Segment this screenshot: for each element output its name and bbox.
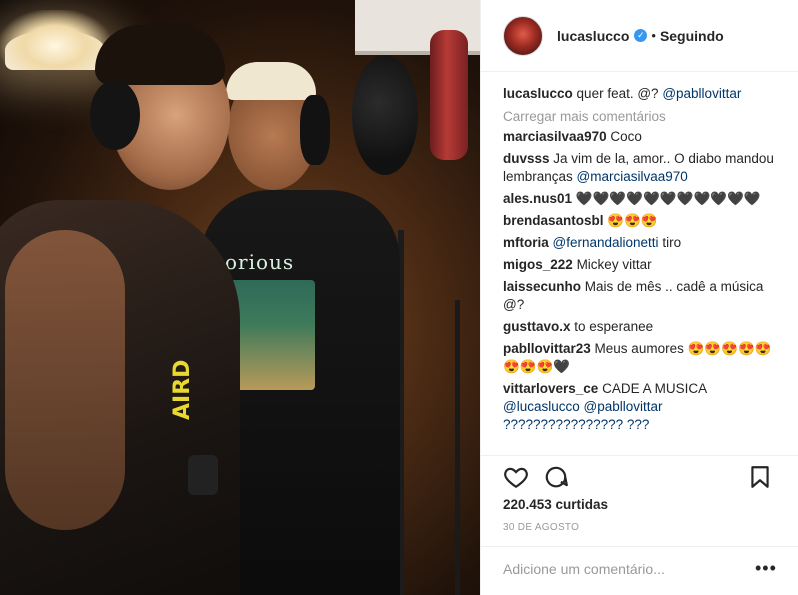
- caption: lucaslucco quer feat. @? @pabllovittar: [503, 85, 781, 103]
- comment-text: 😍😍😍: [607, 213, 658, 228]
- header-username[interactable]: lucaslucco: [557, 28, 629, 44]
- post-date[interactable]: 30 DE AGOSTO: [503, 522, 579, 533]
- pop-filter: [352, 55, 418, 175]
- headphones-left: [90, 80, 140, 150]
- comment-text: CADE A MUSICA: [602, 381, 707, 396]
- comment-item: duvsss Ja vim de la, amor.. O diabo mand…: [503, 150, 781, 186]
- comment-text: Coco: [610, 129, 642, 144]
- comment-username[interactable]: migos_222: [503, 257, 573, 272]
- comment-mention[interactable]: @fernandalionetti: [553, 235, 659, 250]
- wrist-watch: [188, 455, 218, 495]
- comment-username[interactable]: gusttavo.x: [503, 319, 571, 334]
- comment-item: marciasilvaa970 Coco: [503, 128, 781, 146]
- follow-status-button[interactable]: Seguindo: [660, 28, 724, 44]
- more-options-icon[interactable]: •••: [755, 559, 777, 577]
- caption-mention[interactable]: @pabllovittar: [662, 86, 741, 101]
- comment-text: Mickey vittar: [576, 257, 652, 272]
- post-header: lucaslucco ✓ • Seguindo: [481, 0, 798, 72]
- comment-icon[interactable]: [543, 464, 569, 490]
- comment-username[interactable]: pabllovittar23: [503, 341, 591, 356]
- lamp-glow: [0, 10, 110, 70]
- comment-item: brendasantosbl 😍😍😍: [503, 212, 781, 230]
- comment-text: to esperanee: [574, 319, 654, 334]
- verified-icon: ✓: [634, 29, 648, 42]
- comment-item: mftoria @fernandalionetti tiro: [503, 234, 781, 252]
- person-left-hair: [95, 25, 225, 85]
- comment-item: vittarlovers_ce CADE A MUSICA @lucaslucc…: [503, 380, 781, 434]
- comment-item: migos_222 Mickey vittar: [503, 256, 781, 274]
- comment-mention[interactable]: @lucaslucco @pabllovittar ??????????????…: [503, 399, 662, 432]
- comment-username[interactable]: laissecunho: [503, 279, 581, 294]
- add-comment-bar: •••: [481, 546, 798, 595]
- caption-username[interactable]: lucaslucco: [503, 86, 573, 101]
- load-more-comments[interactable]: Carregar mais comentários: [503, 109, 781, 124]
- comment-username[interactable]: vittarlovers_ce: [503, 381, 598, 396]
- headphones-right: [300, 95, 330, 165]
- action-bar: [481, 455, 798, 495]
- shirt-side-text: AIRD: [170, 359, 195, 420]
- comment-item: laissecunho Mais de mês .. cadê a música…: [503, 278, 781, 314]
- avatar[interactable]: [503, 15, 543, 56]
- shirt-text: orious: [225, 250, 295, 274]
- comment-username[interactable]: marciasilvaa970: [503, 129, 607, 144]
- bookmark-icon[interactable]: [747, 464, 773, 490]
- comment-username[interactable]: ales.nus01: [503, 191, 572, 206]
- comment-username[interactable]: duvsss: [503, 151, 550, 166]
- comment-text: tiro: [662, 235, 682, 250]
- caption-text: quer feat. @?: [576, 86, 659, 101]
- person-left-arm: [5, 230, 125, 530]
- person-right-hair: [226, 62, 316, 100]
- header-separator: •: [651, 28, 656, 43]
- mic-stand-2: [455, 300, 460, 595]
- comment-mention[interactable]: @marciasilvaa970: [577, 169, 688, 184]
- studio-microphone: [430, 30, 468, 160]
- likes-count[interactable]: 220.453 curtidas: [503, 497, 608, 512]
- comment-item: ales.nus01 🖤🖤🖤🖤🖤🖤🖤🖤🖤🖤🖤: [503, 190, 781, 208]
- comment-username[interactable]: mftoria: [503, 235, 549, 250]
- comment-text: 🖤🖤🖤🖤🖤🖤🖤🖤🖤🖤🖤: [575, 191, 761, 206]
- comment-item: gusttavo.x to esperanee: [503, 318, 781, 336]
- post-photo[interactable]: orious AIRD: [0, 0, 480, 595]
- post-container: orious AIRD lucaslucco ✓ • Seguindo luca…: [0, 0, 798, 595]
- comment-item: pabllovittar23 Meus aumores 😍😍😍😍😍😍😍😍🖤: [503, 340, 781, 376]
- post-sidebar: lucaslucco ✓ • Seguindo lucaslucco quer …: [480, 0, 798, 595]
- heart-icon[interactable]: [503, 464, 529, 490]
- comment-input[interactable]: [503, 561, 743, 577]
- comments-list[interactable]: lucaslucco quer feat. @? @pabllovittar C…: [503, 85, 781, 455]
- comment-username[interactable]: brendasantosbl: [503, 213, 604, 228]
